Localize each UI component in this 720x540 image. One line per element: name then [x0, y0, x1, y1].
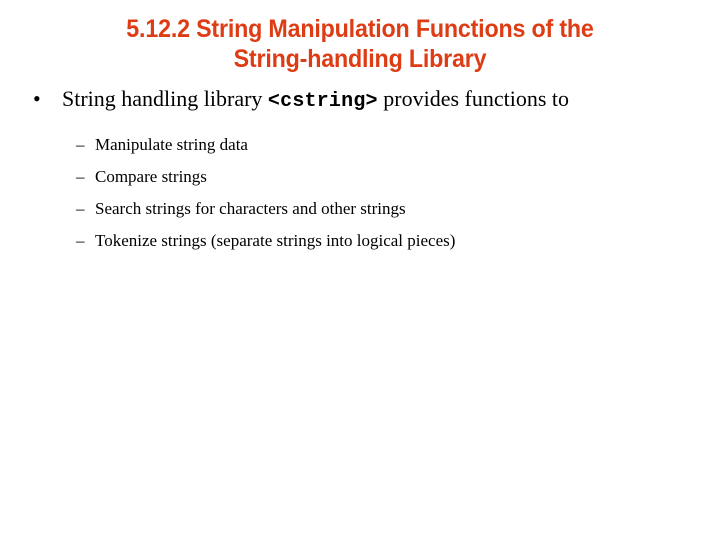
slide-body: • String handling library <cstring> prov…: [0, 84, 720, 257]
sub-bullet-item: – Compare strings: [0, 161, 720, 193]
bullet-marker-icon: •: [33, 86, 41, 111]
slide-title-line-1: 5.12.2 String Manipulation Functions of …: [126, 15, 594, 43]
bullet-text: String handling library <cstring> provid…: [62, 84, 582, 117]
sub-bullet-marker-icon: –: [76, 167, 85, 186]
sub-bullet-marker-icon: –: [76, 199, 85, 218]
slide-title: 5.12.2 String Manipulation Functions of …: [40, 14, 680, 74]
sub-bullet-marker-icon: –: [76, 231, 85, 250]
inline-code-cstring: <cstring>: [267, 90, 378, 113]
sub-bullet-marker-icon: –: [76, 135, 85, 154]
sub-bullet-text: Tokenize strings (separate strings into …: [95, 231, 456, 250]
sub-bullet-text: Manipulate string data: [95, 135, 248, 154]
sub-bullet-text: Compare strings: [95, 167, 207, 186]
sub-bullet-item: – Manipulate string data: [0, 129, 720, 161]
slide-title-line-2: String-handling Library: [233, 45, 487, 73]
sub-bullet-item: – Tokenize strings (separate strings int…: [0, 225, 720, 257]
sub-bullet-item: – Search strings for characters and othe…: [0, 193, 720, 225]
sub-bullet-list: – Manipulate string data – Compare strin…: [0, 129, 720, 257]
sub-bullet-text: Search strings for characters and other …: [95, 199, 406, 218]
bullet-text-before-code: String handling library: [62, 86, 268, 111]
bullet-text-after-code: provides functions to: [377, 86, 570, 111]
bullet-item: • String handling library <cstring> prov…: [0, 84, 720, 117]
slide-canvas: 5.12.2 String Manipulation Functions of …: [0, 0, 720, 540]
